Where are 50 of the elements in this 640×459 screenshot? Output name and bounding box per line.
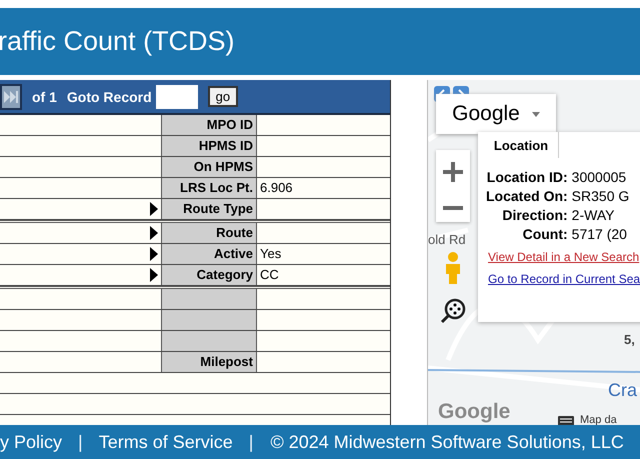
dropdown-arrow-icon[interactable] — [150, 247, 158, 261]
dropdown-arrow-icon[interactable] — [150, 226, 158, 240]
caret-icon — [532, 112, 540, 116]
separator: | — [78, 432, 83, 452]
info-label: Count: — [522, 225, 568, 244]
info-label: Direction: — [501, 206, 568, 225]
field-label: MPO ID — [161, 115, 257, 135]
map-label: 5, — [624, 332, 635, 347]
keyboard-icon[interactable] — [558, 416, 574, 425]
skip-to-end-icon — [4, 90, 18, 102]
info-value: 3000005 — [572, 168, 628, 187]
road-label: old Rd — [428, 232, 466, 247]
info-value: 5717 (20 — [572, 225, 628, 244]
place-label: Cra — [608, 380, 638, 401]
dropdown-arrow-icon[interactable] — [150, 268, 158, 282]
map-attribution: Map da — [580, 414, 617, 425]
footer-link[interactable]: Terms of Service — [98, 432, 233, 452]
footer-link[interactable]: y Policy — [0, 432, 62, 452]
field-value: Yes — [259, 245, 282, 263]
popup-link[interactable]: Go to Record in Current Sea — [488, 272, 640, 286]
field-label: Active — [161, 244, 257, 264]
goto-record-field[interactable] — [156, 84, 198, 108]
field-label: LRS Loc Pt. — [161, 178, 257, 198]
info-value: 2-WAY — [572, 206, 616, 225]
dropdown-arrow-icon[interactable] — [150, 202, 158, 216]
field-value: CC — [259, 266, 280, 284]
copyright-text: © 2024 Midwestern Software Solutions, LLC — [270, 432, 624, 452]
field-label: Route — [161, 223, 257, 243]
record-count: of 1 — [32, 88, 57, 104]
zoom-in-icon[interactable] — [443, 162, 463, 182]
field-label: Category — [161, 265, 257, 285]
goto-record-label: Goto Record — [66, 88, 152, 104]
field-label: On HPMS — [161, 157, 257, 177]
separator: | — [248, 432, 254, 452]
info-label: Location ID: — [486, 168, 568, 187]
popup-link[interactable]: View Detail in a New Search — [488, 250, 640, 264]
field-label: Route Type — [161, 199, 257, 219]
map-view[interactable]: Google Location Location ID: 3000005 Located On: SR350 G Direction: 2-WAY Count: 5717 (20 View Detail in a New Search Go to Record in Current Sea old Rd 5, Cra Google Map da — [427, 80, 640, 425]
page-title: raffic Count (TCDS) — [0, 26, 235, 57]
field-label: HPMS ID — [161, 136, 257, 156]
location-tab[interactable]: Location — [484, 132, 559, 158]
field-value: 6.906 — [259, 179, 294, 197]
info-value: SR350 G — [572, 187, 630, 206]
search-zoom-icon[interactable] — [440, 298, 466, 324]
field-label: Milepost — [161, 352, 257, 372]
map-logo: Google — [438, 400, 510, 424]
map-type-dropdown[interactable]: Google — [436, 94, 556, 134]
info-label: Located On: — [486, 187, 568, 206]
go-button[interactable]: go — [208, 86, 238, 107]
last-record-button[interactable] — [0, 84, 22, 110]
